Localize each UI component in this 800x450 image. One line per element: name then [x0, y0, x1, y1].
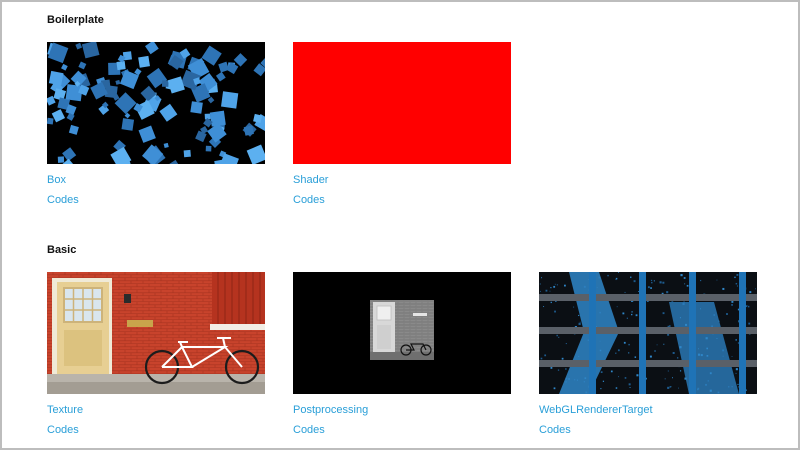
grayscale-door-image — [293, 272, 511, 394]
thumbnail-box[interactable] — [47, 42, 265, 164]
example-card-box: Box Codes — [47, 42, 265, 207]
example-card-postprocessing: Postprocessing Codes — [293, 272, 511, 437]
example-link-webglrenderertarget[interactable]: WebGLRendererTarget — [539, 404, 757, 417]
example-link-postprocessing[interactable]: Postprocessing — [293, 404, 511, 417]
thumbnail-webglrenderertarget[interactable] — [539, 272, 757, 394]
example-card-texture: Texture Codes — [47, 272, 265, 437]
thumbnail-texture[interactable] — [47, 272, 265, 394]
example-link-box[interactable]: Box — [47, 174, 265, 187]
section-title-boilerplate: Boilerplate — [47, 14, 104, 26]
example-card-webglrenderertarget: WebGLRendererTarget Codes — [539, 272, 757, 437]
cubes-image — [47, 42, 265, 164]
codes-link-postprocessing[interactable]: Codes — [293, 424, 511, 437]
brick-wall-bicycle-image — [47, 272, 265, 394]
example-link-texture[interactable]: Texture — [47, 404, 265, 417]
render-target-grid-image — [539, 272, 757, 394]
thumbnail-postprocessing[interactable] — [293, 272, 511, 394]
thumbnail-shader[interactable] — [293, 42, 511, 164]
example-card-shader: Shader Codes — [293, 42, 511, 207]
codes-link-shader[interactable]: Codes — [293, 194, 511, 207]
page-frame: Boilerplate Box Codes Shader Codes Basic — [0, 0, 800, 450]
example-link-shader[interactable]: Shader — [293, 174, 511, 187]
codes-link-texture[interactable]: Codes — [47, 424, 265, 437]
codes-link-webglrenderertarget[interactable]: Codes — [539, 424, 757, 437]
section-title-basic: Basic — [47, 244, 77, 256]
red-shader-image — [293, 42, 511, 164]
codes-link-box[interactable]: Codes — [47, 194, 265, 207]
